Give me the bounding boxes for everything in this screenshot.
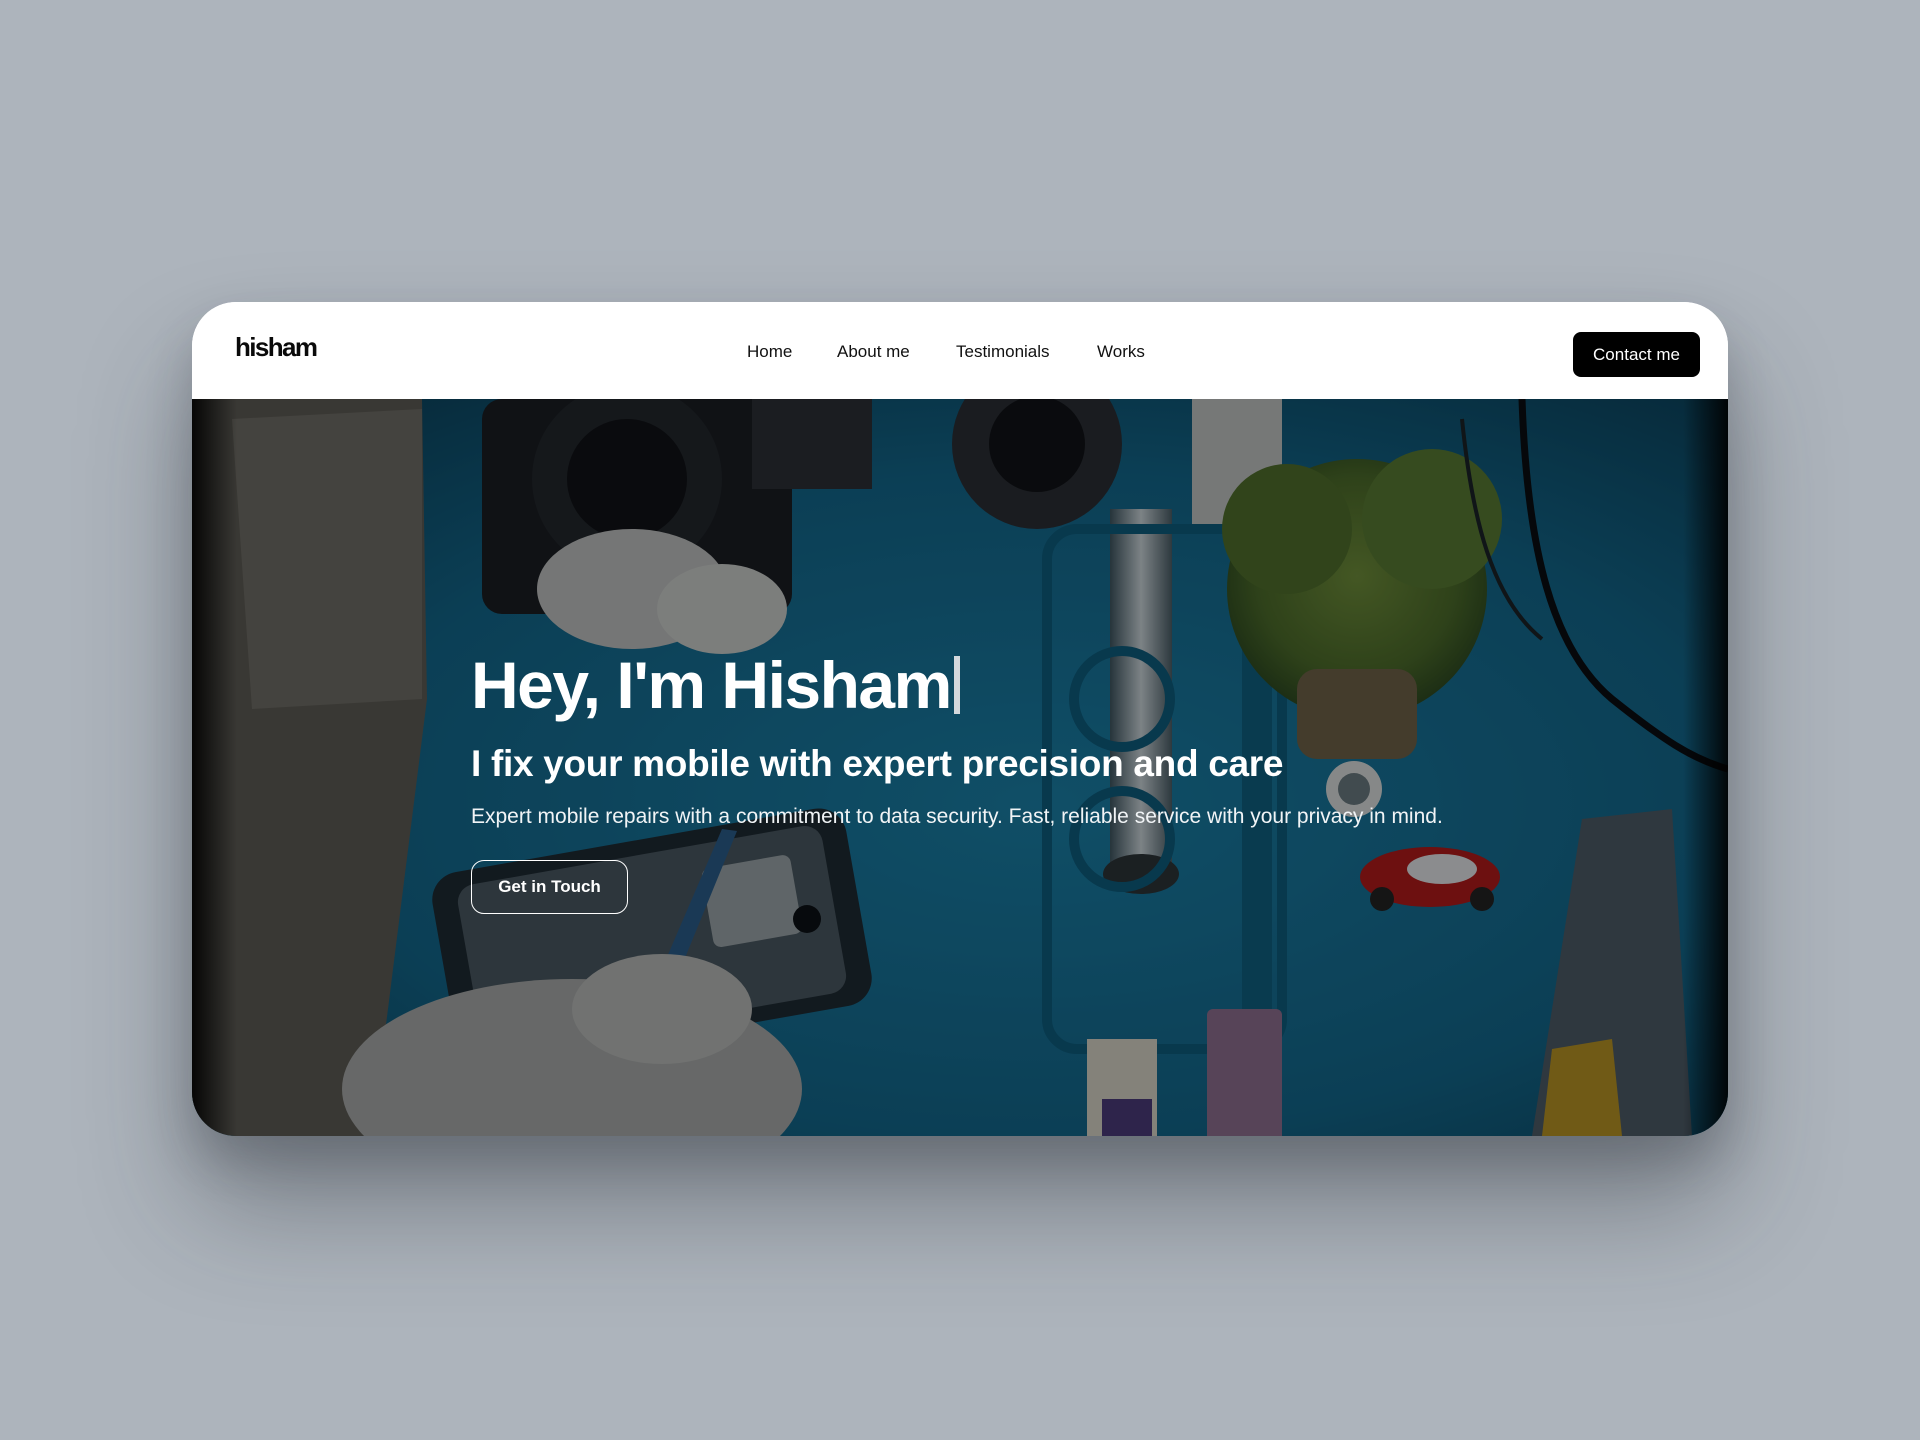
typing-cursor <box>953 656 960 714</box>
nav-links: Home About me Testimonials Works <box>192 340 1728 364</box>
nav-link-works[interactable]: Works <box>1097 340 1145 364</box>
browser-window: hisham Home About me Testimonials Works … <box>192 302 1728 1136</box>
hero-description: Expert mobile repairs with a commitment … <box>471 805 1443 828</box>
nav-link-about-me[interactable]: About me <box>837 340 910 364</box>
hero-title: Hey, I'm Hisham <box>471 652 960 718</box>
nav-link-home[interactable]: Home <box>747 340 792 364</box>
hero-title-text: Hey, I'm Hisham <box>471 648 952 722</box>
contact-me-button[interactable]: Contact me <box>1573 332 1700 377</box>
nav-link-testimonials[interactable]: Testimonials <box>956 340 1050 364</box>
hero-section: Hey, I'm Hisham I fix your mobile with e… <box>192 399 1728 1136</box>
navbar: hisham Home About me Testimonials Works … <box>192 302 1728 399</box>
hero-subtitle: I fix your mobile with expert precision … <box>471 743 1284 784</box>
get-in-touch-button[interactable]: Get in Touch <box>471 860 628 914</box>
